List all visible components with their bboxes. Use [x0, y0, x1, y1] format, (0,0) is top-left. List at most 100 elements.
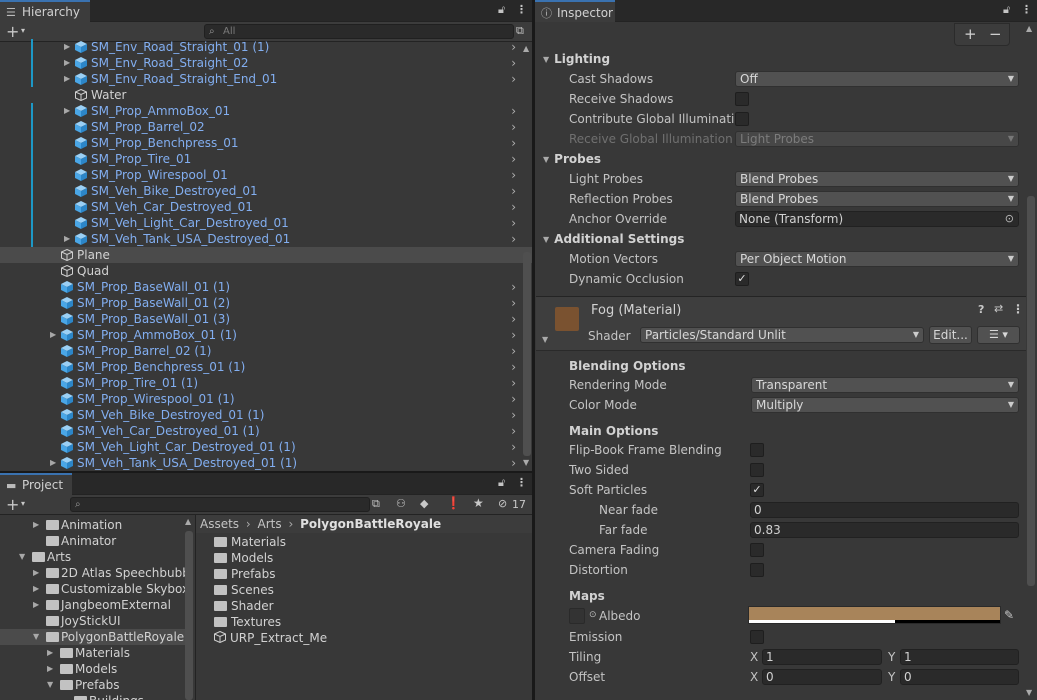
breadcrumb-arts[interactable]: Arts: [258, 517, 282, 531]
scroll-down-icon[interactable]: ▼: [1026, 688, 1032, 697]
hierarchy-row[interactable]: SM_Prop_Barrel_02 (1) ›: [0, 343, 532, 359]
filter-by-type-icon[interactable]: ⚇: [396, 497, 406, 510]
object-picker-icon[interactable]: ⊙: [1005, 212, 1014, 226]
hierarchy-row[interactable]: ▶ SM_Prop_AmmoBox_01 (1) ›: [0, 327, 532, 343]
hierarchy-scroll-down-icon[interactable]: ▼: [523, 458, 529, 467]
warning-filter-icon[interactable]: ❗: [446, 496, 461, 510]
hierarchy-row[interactable]: SM_Veh_Car_Destroyed_01 (1) ›: [0, 423, 532, 439]
tiling-x-input[interactable]: 1: [762, 649, 882, 665]
hierarchy-row[interactable]: Water: [0, 87, 532, 103]
project-file-item[interactable]: Textures: [214, 614, 281, 630]
remove-button[interactable]: −: [989, 25, 1002, 43]
open-prefab-chevron-icon[interactable]: ›: [511, 39, 516, 55]
expand-arrow-icon[interactable]: ▶: [47, 664, 53, 673]
open-prefab-chevron-icon[interactable]: ›: [511, 167, 516, 183]
project-tree-item[interactable]: ▶ 2D Atlas Speechbubb: [0, 565, 190, 581]
hierarchy-row[interactable]: ▶ SM_Veh_Tank_USA_Destroyed_01 (1) ›: [0, 455, 532, 471]
project-divider[interactable]: [195, 515, 196, 700]
open-prefab-chevron-icon[interactable]: ›: [511, 391, 516, 407]
dynamic-occlusion-checkbox[interactable]: ✓: [735, 272, 749, 286]
scene-visibility-icon[interactable]: ⧉: [516, 24, 524, 38]
expand-arrow-icon[interactable]: ▶: [33, 584, 39, 593]
expand-arrow-icon[interactable]: ▶: [50, 327, 56, 343]
hidden-packages-icon[interactable]: ⊘: [498, 497, 507, 510]
expand-arrow-icon[interactable]: ▶: [50, 455, 56, 471]
expand-arrow-icon[interactable]: ▶: [64, 71, 70, 87]
hierarchy-search-input[interactable]: ⌕ All: [204, 24, 514, 39]
anchor-override-field[interactable]: None (Transform) ⊙: [735, 211, 1019, 227]
additional-settings-header[interactable]: ▼ Additional Settings: [543, 232, 684, 246]
project-tree-item[interactable]: ▶ Customizable Skybox: [0, 581, 189, 597]
hierarchy-row[interactable]: SM_Veh_Bike_Destroyed_01 ›: [0, 183, 532, 199]
project-tree-item[interactable]: ▶ Materials: [0, 645, 185, 661]
far-fade-input[interactable]: 0.83: [750, 522, 1019, 538]
hierarchy-row[interactable]: SM_Veh_Car_Destroyed_01 ›: [0, 199, 532, 215]
tab-project[interactable]: ▬ Project: [0, 473, 72, 495]
tiling-y-input[interactable]: 1: [900, 649, 1019, 665]
hierarchy-row[interactable]: SM_Prop_Tire_01 ›: [0, 151, 532, 167]
project-file-item[interactable]: Prefabs: [214, 566, 276, 582]
project-tree-item[interactable]: ▼ Arts: [0, 549, 185, 565]
breadcrumb-assets[interactable]: Assets: [200, 517, 239, 531]
soft-particles-checkbox[interactable]: ✓: [750, 483, 764, 497]
create-plus-icon[interactable]: +: [6, 495, 19, 514]
open-prefab-chevron-icon[interactable]: ›: [511, 119, 516, 135]
tab-hierarchy[interactable]: ☰ Hierarchy: [0, 0, 90, 22]
expand-arrow-icon[interactable]: ▶: [64, 231, 70, 247]
hierarchy-row[interactable]: Plane: [0, 247, 532, 263]
lock-icon[interactable]: 🔓︎: [498, 476, 505, 490]
open-prefab-chevron-icon[interactable]: ›: [511, 423, 516, 439]
expand-arrow-icon[interactable]: ▶: [64, 55, 70, 71]
project-file-item[interactable]: Scenes: [214, 582, 274, 598]
hierarchy-row[interactable]: ▶ SM_Env_Road_Straight_01 (1) ›: [0, 39, 532, 55]
hierarchy-row[interactable]: SM_Prop_Benchpress_01 (1) ›: [0, 359, 532, 375]
hierarchy-row[interactable]: SM_Prop_Tire_01 (1) ›: [0, 375, 532, 391]
create-dropdown-icon[interactable]: ▾: [21, 499, 25, 508]
hierarchy-row[interactable]: SM_Veh_Light_Car_Destroyed_01 ›: [0, 215, 532, 231]
open-prefab-chevron-icon[interactable]: ›: [511, 151, 516, 167]
open-prefab-chevron-icon[interactable]: ›: [511, 199, 516, 215]
albedo-texture-slot[interactable]: [569, 608, 585, 624]
open-prefab-chevron-icon[interactable]: ›: [511, 215, 516, 231]
hierarchy-row[interactable]: ▶ SM_Env_Road_Straight_02 ›: [0, 55, 532, 71]
project-search-input[interactable]: ⌕: [70, 497, 370, 512]
shader-options-button[interactable]: ☰ ▾: [977, 326, 1020, 344]
open-prefab-chevron-icon[interactable]: ›: [511, 135, 516, 151]
open-prefab-chevron-icon[interactable]: ›: [511, 343, 516, 359]
project-tree-item[interactable]: Animator: [0, 533, 185, 549]
expand-arrow-icon[interactable]: ▶: [33, 520, 39, 529]
edit-shader-button[interactable]: Edit...: [929, 326, 972, 344]
add-button[interactable]: +: [964, 25, 977, 43]
light-probes-dropdown[interactable]: Blend Probes ▼: [735, 171, 1019, 187]
open-prefab-chevron-icon[interactable]: ›: [511, 407, 516, 423]
hierarchy-row[interactable]: ▶ SM_Veh_Tank_USA_Destroyed_01 ›: [0, 231, 532, 247]
project-tree-item[interactable]: Buildings: [0, 693, 185, 700]
hierarchy-row[interactable]: SM_Prop_BaseWall_01 (3) ›: [0, 311, 532, 327]
hierarchy-scroll-up-icon[interactable]: ▲: [523, 44, 529, 53]
camera-fading-checkbox[interactable]: [750, 543, 764, 557]
kebab-menu-icon[interactable]: ⋮: [516, 476, 527, 489]
expand-arrow-icon[interactable]: ▶: [64, 39, 70, 55]
project-tree-item[interactable]: ▼ PolygonBattleRoyale: [0, 629, 185, 645]
search-scope-icon[interactable]: ⧉: [372, 497, 380, 511]
hierarchy-row[interactable]: SM_Veh_Light_Car_Destroyed_01 (1) ›: [0, 439, 532, 455]
project-tree-scrollbar[interactable]: [185, 531, 193, 700]
open-prefab-chevron-icon[interactable]: ›: [511, 439, 516, 455]
emission-checkbox[interactable]: [750, 630, 764, 644]
expand-arrow-icon[interactable]: ▼: [19, 552, 25, 561]
expand-arrow-icon[interactable]: ▼: [33, 632, 39, 641]
hierarchy-row[interactable]: SM_Prop_Benchpress_01 ›: [0, 135, 532, 151]
shader-dropdown[interactable]: Particles/Standard Unlit ▼: [640, 327, 924, 343]
hierarchy-row[interactable]: SM_Prop_Barrel_02 ›: [0, 119, 532, 135]
create-dropdown-icon[interactable]: ▾: [21, 26, 25, 35]
contribute-gi-checkbox[interactable]: [735, 112, 749, 126]
favorite-star-icon[interactable]: ★: [473, 496, 484, 510]
eyedropper-icon[interactable]: ✎: [1004, 608, 1014, 622]
distortion-checkbox[interactable]: [750, 563, 764, 577]
cast-shadows-dropdown[interactable]: Off ▼: [735, 71, 1019, 87]
rendering-mode-dropdown[interactable]: Transparent ▼: [751, 377, 1019, 393]
hierarchy-row[interactable]: SM_Veh_Bike_Destroyed_01 (1) ›: [0, 407, 532, 423]
hierarchy-row[interactable]: ▶ SM_Prop_AmmoBox_01 ›: [0, 103, 532, 119]
open-prefab-chevron-icon[interactable]: ›: [511, 55, 516, 71]
scroll-up-icon[interactable]: ▲: [1026, 24, 1032, 33]
